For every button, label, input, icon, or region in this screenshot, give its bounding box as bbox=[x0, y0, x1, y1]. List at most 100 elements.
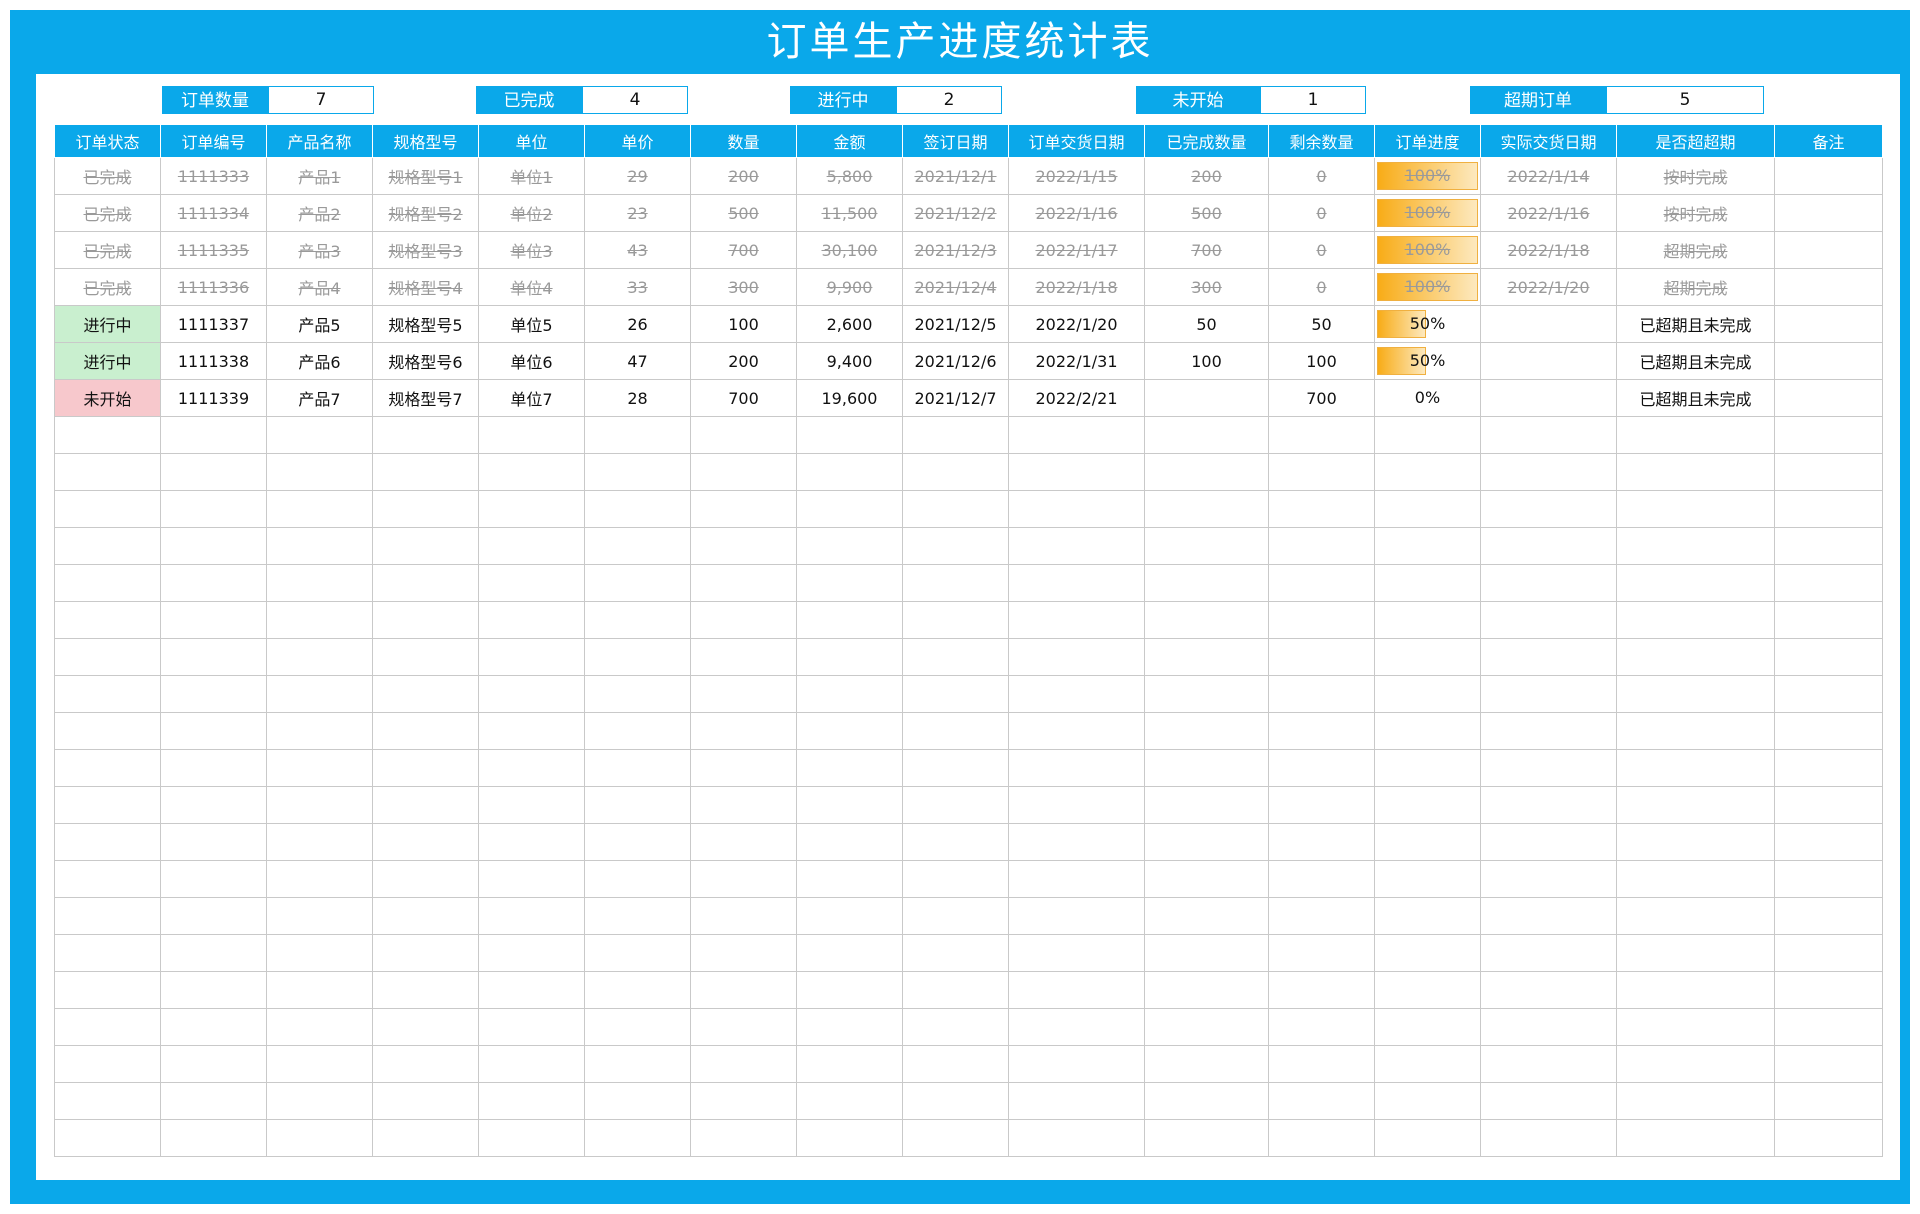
empty-cell[interactable] bbox=[796, 934, 903, 972]
empty-cell[interactable] bbox=[1616, 897, 1775, 935]
empty-cell[interactable] bbox=[1008, 860, 1145, 898]
empty-cell[interactable] bbox=[372, 564, 479, 602]
empty-cell[interactable] bbox=[1774, 786, 1883, 824]
empty-cell[interactable] bbox=[266, 1008, 373, 1046]
empty-cell[interactable] bbox=[478, 638, 585, 676]
empty-cell[interactable] bbox=[690, 527, 797, 565]
empty-cell[interactable] bbox=[1374, 712, 1481, 750]
empty-cell[interactable] bbox=[1008, 749, 1145, 787]
empty-cell[interactable] bbox=[690, 823, 797, 861]
empty-cell[interactable] bbox=[902, 1082, 1009, 1120]
empty-cell[interactable] bbox=[1144, 1082, 1269, 1120]
empty-cell[interactable] bbox=[1008, 416, 1145, 454]
empty-cell[interactable] bbox=[266, 712, 373, 750]
note-cell[interactable] bbox=[1774, 268, 1883, 306]
column-header[interactable]: 规格型号 bbox=[372, 124, 479, 158]
empty-cell[interactable] bbox=[1374, 1082, 1481, 1120]
unit-cell[interactable]: 单位6 bbox=[478, 342, 585, 380]
amount-cell[interactable]: 11,500 bbox=[796, 194, 903, 232]
empty-cell[interactable] bbox=[1480, 453, 1617, 491]
unit-price-cell[interactable]: 47 bbox=[584, 342, 691, 380]
empty-cell[interactable] bbox=[1616, 971, 1775, 1009]
empty-cell[interactable] bbox=[1268, 1119, 1375, 1157]
sign-date-cell[interactable]: 2021/12/7 bbox=[902, 379, 1009, 417]
empty-cell[interactable] bbox=[1268, 1082, 1375, 1120]
empty-cell[interactable] bbox=[1374, 786, 1481, 824]
empty-cell[interactable] bbox=[478, 564, 585, 602]
empty-cell[interactable] bbox=[478, 1045, 585, 1083]
remain-qty-cell[interactable]: 0 bbox=[1268, 157, 1375, 195]
empty-cell[interactable] bbox=[478, 527, 585, 565]
empty-cell[interactable] bbox=[372, 823, 479, 861]
note-cell[interactable] bbox=[1774, 342, 1883, 380]
empty-cell[interactable] bbox=[266, 490, 373, 528]
empty-cell[interactable] bbox=[902, 453, 1009, 491]
empty-cell[interactable] bbox=[1774, 934, 1883, 972]
empty-cell[interactable] bbox=[1616, 453, 1775, 491]
empty-cell[interactable] bbox=[1268, 934, 1375, 972]
product-name-cell[interactable]: 产品5 bbox=[266, 305, 373, 343]
done-qty-cell[interactable]: 100 bbox=[1144, 342, 1269, 380]
empty-cell[interactable] bbox=[372, 1119, 479, 1157]
empty-cell[interactable] bbox=[1144, 527, 1269, 565]
column-header[interactable]: 产品名称 bbox=[266, 124, 373, 158]
column-header[interactable]: 单价 bbox=[584, 124, 691, 158]
empty-cell[interactable] bbox=[478, 786, 585, 824]
empty-cell[interactable] bbox=[796, 1045, 903, 1083]
order-status-cell[interactable]: 进行中 bbox=[54, 305, 161, 343]
unit-price-cell[interactable]: 29 bbox=[584, 157, 691, 195]
empty-cell[interactable] bbox=[266, 860, 373, 898]
remain-qty-cell[interactable]: 100 bbox=[1268, 342, 1375, 380]
empty-cell[interactable] bbox=[1268, 527, 1375, 565]
empty-cell[interactable] bbox=[1144, 564, 1269, 602]
empty-cell[interactable] bbox=[1374, 675, 1481, 713]
empty-cell[interactable] bbox=[266, 416, 373, 454]
empty-cell[interactable] bbox=[54, 749, 161, 787]
remain-qty-cell[interactable]: 0 bbox=[1268, 231, 1375, 269]
empty-cell[interactable] bbox=[160, 749, 267, 787]
empty-cell[interactable] bbox=[1008, 490, 1145, 528]
empty-cell[interactable] bbox=[1616, 712, 1775, 750]
column-header[interactable]: 数量 bbox=[690, 124, 797, 158]
empty-cell[interactable] bbox=[584, 823, 691, 861]
empty-cell[interactable] bbox=[690, 1119, 797, 1157]
empty-cell[interactable] bbox=[1008, 527, 1145, 565]
empty-cell[interactable] bbox=[160, 638, 267, 676]
empty-cell[interactable] bbox=[1374, 601, 1481, 639]
spec-cell[interactable]: 规格型号3 bbox=[372, 231, 479, 269]
empty-cell[interactable] bbox=[54, 601, 161, 639]
empty-cell[interactable] bbox=[796, 453, 903, 491]
amount-cell[interactable]: 9,900 bbox=[796, 268, 903, 306]
empty-cell[interactable] bbox=[266, 749, 373, 787]
empty-cell[interactable] bbox=[478, 934, 585, 972]
empty-cell[interactable] bbox=[1268, 638, 1375, 676]
empty-cell[interactable] bbox=[796, 416, 903, 454]
progress-cell[interactable]: 100% bbox=[1374, 231, 1481, 269]
amount-cell[interactable]: 9,400 bbox=[796, 342, 903, 380]
empty-cell[interactable] bbox=[1144, 1045, 1269, 1083]
empty-cell[interactable] bbox=[1616, 527, 1775, 565]
empty-cell[interactable] bbox=[266, 527, 373, 565]
unit-cell[interactable]: 单位4 bbox=[478, 268, 585, 306]
empty-cell[interactable] bbox=[1008, 675, 1145, 713]
empty-cell[interactable] bbox=[1374, 1008, 1481, 1046]
empty-cell[interactable] bbox=[54, 1008, 161, 1046]
empty-cell[interactable] bbox=[54, 1119, 161, 1157]
empty-cell[interactable] bbox=[1008, 712, 1145, 750]
empty-cell[interactable] bbox=[1008, 638, 1145, 676]
empty-cell[interactable] bbox=[160, 712, 267, 750]
sign-date-cell[interactable]: 2021/12/1 bbox=[902, 157, 1009, 195]
unit-price-cell[interactable]: 26 bbox=[584, 305, 691, 343]
empty-cell[interactable] bbox=[266, 638, 373, 676]
empty-cell[interactable] bbox=[478, 897, 585, 935]
empty-cell[interactable] bbox=[1144, 638, 1269, 676]
empty-cell[interactable] bbox=[160, 527, 267, 565]
spec-cell[interactable]: 规格型号1 bbox=[372, 157, 479, 195]
order-no-cell[interactable]: 1111334 bbox=[160, 194, 267, 232]
product-name-cell[interactable]: 产品2 bbox=[266, 194, 373, 232]
order-status-cell[interactable]: 进行中 bbox=[54, 342, 161, 380]
empty-cell[interactable] bbox=[584, 416, 691, 454]
progress-cell[interactable]: 50% bbox=[1374, 342, 1481, 380]
empty-cell[interactable] bbox=[690, 934, 797, 972]
empty-cell[interactable] bbox=[1774, 897, 1883, 935]
